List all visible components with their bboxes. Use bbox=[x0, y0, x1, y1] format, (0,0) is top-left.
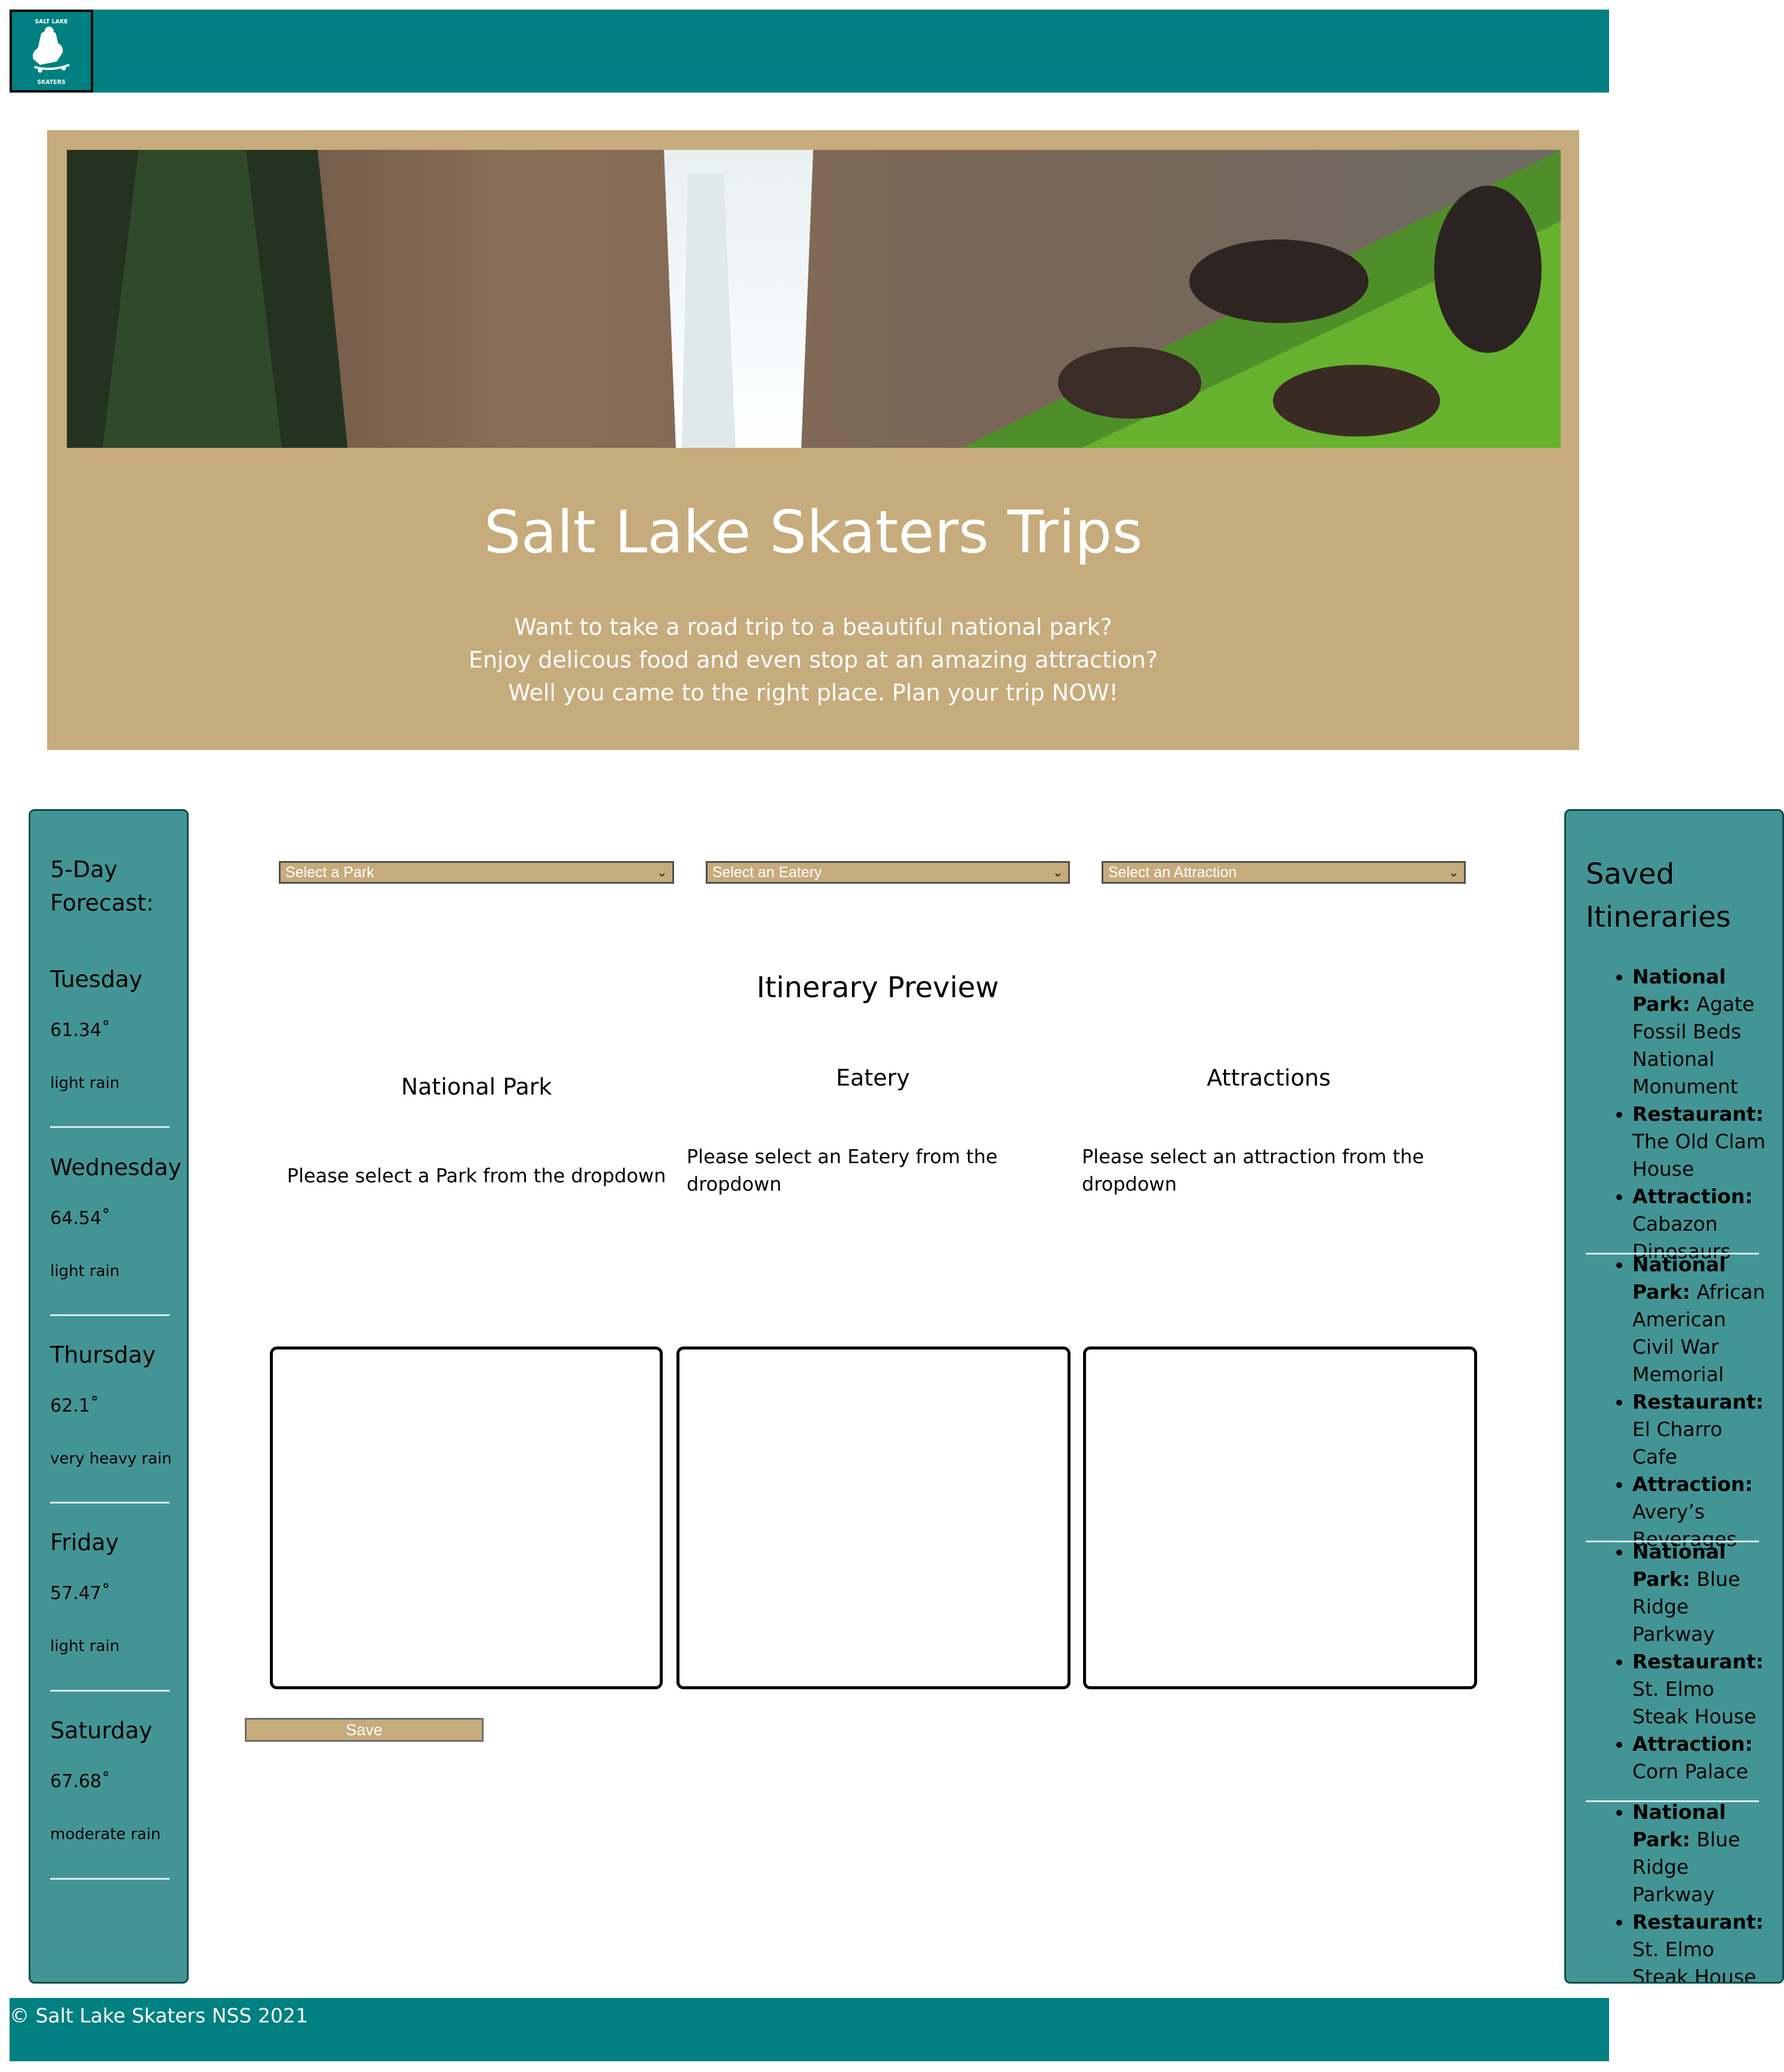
attractions-column-heading: Attractions bbox=[1207, 1065, 1331, 1091]
svg-text:SALT LAKE: SALT LAKE bbox=[35, 19, 67, 25]
forecast-sidebar: 5-Day Forecast: Tuesday 61.34˚ light rai… bbox=[29, 809, 189, 1984]
forecast-temp: 57.47˚ bbox=[50, 1583, 110, 1604]
preview-title: Itinerary Preview bbox=[756, 971, 999, 1004]
hero-tagline: Enjoy delicous food and even stop at an … bbox=[468, 647, 1158, 673]
hero-tagline: Well you came to the right place. Plan y… bbox=[508, 680, 1118, 706]
saved-itinerary[interactable]: National Park: African American Civil Wa… bbox=[1586, 1251, 1771, 1553]
eatery-placeholder-text: Please select an Eatery from the dropdow… bbox=[687, 1145, 998, 1195]
park-select[interactable]: Select a Park ⌄ bbox=[279, 861, 674, 884]
forecast-desc: light rain bbox=[50, 1074, 120, 1092]
hero-tagline: Want to take a road trip to a beautiful … bbox=[514, 614, 1112, 640]
park-preview-box bbox=[270, 1347, 663, 1689]
forecast-temp: 64.54˚ bbox=[50, 1208, 110, 1229]
list-item: National Park: Agate Fossil Beds Nationa… bbox=[1632, 963, 1771, 1100]
top-nav-bar bbox=[10, 10, 1609, 93]
page-title: Salt Lake Skaters Trips bbox=[484, 499, 1143, 567]
forecast-day: Wednesday bbox=[50, 1154, 182, 1181]
eatery-preview-box bbox=[676, 1347, 1071, 1689]
park-placeholder-text: Please select a Park from the dropdown bbox=[287, 1164, 666, 1187]
saved-itinerary[interactable]: National Park: Agate Fossil Beds Nationa… bbox=[1586, 963, 1771, 1265]
list-item: Attraction: Corn Palace bbox=[1632, 1730, 1771, 1785]
saved-itinerary[interactable]: National Park: Blue Ridge Parkway Restau… bbox=[1586, 1538, 1771, 1785]
forecast-temp: 67.68˚ bbox=[50, 1771, 110, 1792]
saved-itineraries-sidebar: Saved Itineraries National Park: Agate F… bbox=[1564, 809, 1784, 1984]
forecast-day: Tuesday bbox=[50, 966, 143, 992]
attraction-select[interactable]: Select an Attraction ⌄ bbox=[1102, 861, 1466, 884]
list-item: National Park: Blue Ridge Parkway bbox=[1632, 1538, 1771, 1648]
forecast-desc: very heavy rain bbox=[50, 1450, 172, 1468]
list-item: Restaurant: St. Elmo Steak House bbox=[1632, 1908, 1771, 1982]
forecast-desc: light rain bbox=[50, 1262, 120, 1280]
saved-itinerary[interactable]: National Park: Blue Ridge Parkway Restau… bbox=[1586, 1799, 1771, 1982]
forecast-temp: 62.1˚ bbox=[50, 1395, 99, 1416]
list-item: National Park: Blue Ridge Parkway bbox=[1632, 1799, 1771, 1908]
save-button[interactable]: Save bbox=[245, 1718, 484, 1742]
divider bbox=[50, 1314, 170, 1316]
svg-text:SKATERS: SKATERS bbox=[37, 79, 66, 86]
forecast-day: Saturday bbox=[50, 1717, 153, 1744]
divider bbox=[50, 1502, 170, 1504]
forecast-desc: light rain bbox=[50, 1637, 120, 1655]
forecast-desc: moderate rain bbox=[50, 1825, 161, 1843]
list-item: Restaurant: El Charro Cafe bbox=[1632, 1388, 1771, 1471]
chevron-down-icon: ⌄ bbox=[656, 865, 668, 880]
forecast-heading: 5-Day Forecast: bbox=[50, 856, 154, 916]
skater-logo-icon[interactable]: SALT LAKE SKATERS bbox=[10, 10, 93, 93]
forecast-day: Thursday bbox=[50, 1342, 156, 1368]
attraction-preview-box bbox=[1083, 1347, 1477, 1689]
list-item: Restaurant: St. Elmo Steak House bbox=[1632, 1648, 1771, 1730]
chevron-down-icon: ⌄ bbox=[1448, 865, 1459, 880]
hero-image bbox=[67, 150, 1561, 448]
saved-itineraries-title: Saved Itineraries bbox=[1586, 857, 1731, 934]
eatery-select[interactable]: Select an Eatery ⌄ bbox=[706, 861, 1070, 884]
divider bbox=[50, 1126, 170, 1128]
forecast-temp: 61.34˚ bbox=[50, 1020, 110, 1041]
park-column-heading: National Park bbox=[401, 1074, 552, 1100]
chevron-down-icon: ⌄ bbox=[1052, 865, 1063, 880]
divider bbox=[50, 1878, 170, 1880]
eatery-column-heading: Eatery bbox=[836, 1065, 910, 1091]
divider bbox=[50, 1690, 170, 1692]
list-item: Restaurant: The Old Clam House bbox=[1632, 1100, 1771, 1183]
forecast-day: Friday bbox=[50, 1529, 119, 1555]
attraction-placeholder-text: Please select an attraction from the dro… bbox=[1082, 1145, 1425, 1195]
list-item: National Park: African American Civil Wa… bbox=[1632, 1251, 1771, 1388]
copyright-text: © Salt Lake Skaters NSS 2021 bbox=[10, 2004, 308, 2027]
